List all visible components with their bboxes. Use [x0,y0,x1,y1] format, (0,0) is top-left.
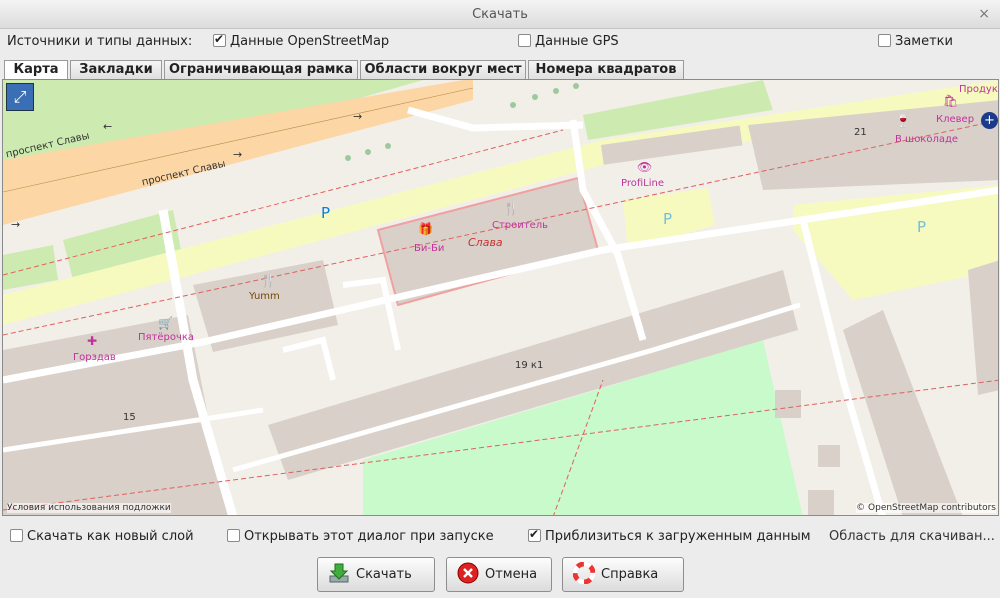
parking-icon: P [321,204,331,222]
tab-map[interactable]: Карта [4,60,68,81]
cancel-icon [457,562,479,584]
tree-icon [345,155,351,161]
restaurant-icon: 🍴 [503,202,520,217]
poi-stroitel: Строитель [492,220,549,231]
zoom-to-data-checkbox[interactable]: Приблизиться к загруженным данным [528,527,811,544]
building-small [808,490,834,515]
poi-pyaterochka: Пятёрочка [138,332,195,343]
tab-tile-numbers[interactable]: Номера квадратов [528,60,684,80]
download-area-size-text: Область для скачиван... [829,529,995,544]
wine-icon: 🍷 [895,114,912,129]
poi-profiline: ProfiLine [621,178,665,189]
checkbox-icon[interactable] [878,34,891,47]
tree-icon [365,149,371,155]
sources-label: Источники и типы данных: [7,34,193,49]
road [282,336,336,381]
checkbox-checked-icon[interactable] [213,32,226,47]
poi-klever: Клевер [936,114,975,125]
poi-yumm: Yumm [249,291,280,302]
sources-row: Источники и типы данных: Данные OpenStre… [0,32,1000,54]
zoom-to-data-label: Приблизиться к загруженным данным [545,529,811,544]
help-button[interactable]: Справка [562,557,684,592]
osm-data-label: Данные OpenStreetMap [230,34,390,49]
osm-data-checkbox[interactable]: Данные OpenStreetMap [213,32,390,49]
poi-v-shokolade: В шоколаде [895,134,959,145]
building-small [775,390,801,418]
tree-icon [573,83,579,89]
beauty-icon: 👁 [637,160,653,174]
parking-icon: P [663,210,673,228]
tree-icon [385,143,391,149]
gps-data-checkbox[interactable]: Данные GPS [518,34,619,49]
direction-arrow-right: → [233,148,243,161]
new-layer-label: Скачать как новый слой [27,529,194,544]
tab-bookmarks[interactable]: Закладки [70,60,162,80]
house-number: 21 [854,127,867,138]
download-button[interactable]: Скачать [317,557,435,592]
cart-icon: 🛒 [158,316,173,330]
poi-gorzdav: Горздав [73,352,116,363]
options-row: Скачать как новый слой Открывать этот ди… [0,527,1000,548]
checkbox-icon[interactable] [227,529,240,542]
window-titlebar: Скачать × [0,0,1000,29]
building-right [843,310,963,515]
parking-icon: P [917,218,927,236]
checkbox-checked-icon[interactable] [528,527,541,542]
notes-checkbox[interactable]: Заметки [878,34,953,49]
gift-icon: 🎁 [418,222,433,236]
tile-terms-link[interactable]: Условия использования подложки [7,503,171,513]
shop-icon: 🛍 [943,94,959,108]
direction-arrow-right: → [11,218,21,231]
cancel-button-label: Отмена [485,567,538,582]
tab-areas-around-places[interactable]: Области вокруг мест [360,60,526,80]
tree-icon [510,102,516,108]
checkbox-icon[interactable] [10,529,23,542]
pharmacy-icon: ✚ [87,334,98,348]
direction-arrow-right: → [353,110,363,123]
download-button-label: Скачать [356,567,412,582]
poi-produkty: Продук [959,84,998,95]
cancel-button[interactable]: Отмена [446,557,552,592]
close-icon[interactable]: × [978,0,990,29]
building-far-right [968,260,998,395]
restaurant-icon: 🍴 [260,274,277,289]
map-view[interactable]: ⤢ проспект Славы проспект Славы ← → → → … [2,79,999,516]
direction-arrow-left: ← [103,120,113,133]
new-layer-checkbox[interactable]: Скачать как новый слой [10,529,194,544]
notes-label: Заметки [895,34,953,49]
tree-icon [532,94,538,100]
expand-map-icon[interactable]: ⤢ [6,83,34,111]
poi-bibi: Би-Би [414,243,445,254]
road [407,106,584,132]
window-title: Скачать [472,7,528,22]
open-on-start-checkbox[interactable]: Открывать этот диалог при запуске [227,529,494,544]
open-on-start-label: Открывать этот диалог при запуске [244,529,494,544]
tab-bounding-box[interactable]: Ограничивающая рамка [164,60,358,80]
download-icon [329,563,349,583]
pharmacy-plus-icon: + [981,112,998,129]
checkbox-icon[interactable] [518,34,531,47]
gps-data-label: Данные GPS [535,34,619,49]
map-canvas[interactable] [3,80,999,516]
tree-icon [553,88,559,94]
lifebuoy-icon [573,562,595,584]
poi-slava: Слава [468,236,503,249]
building-small [818,445,840,467]
house-number: 19 к1 [515,360,544,371]
house-number: 15 [123,412,136,423]
osm-attribution-link[interactable]: © OpenStreetMap contributors [856,503,996,513]
help-button-label: Справка [601,567,659,582]
